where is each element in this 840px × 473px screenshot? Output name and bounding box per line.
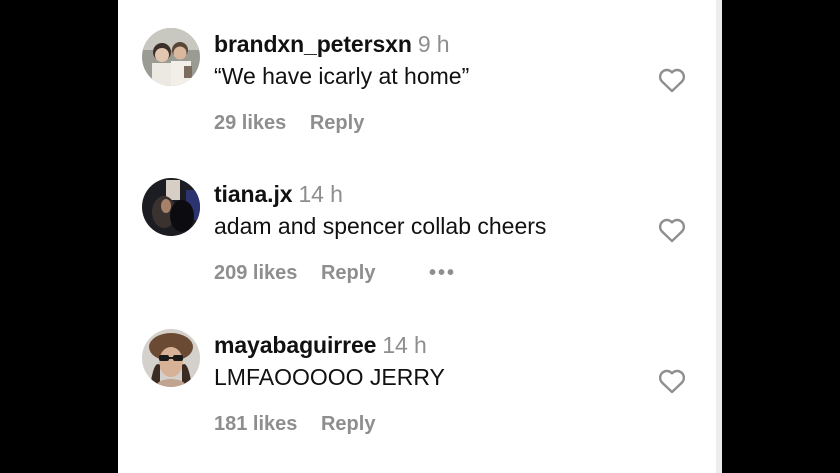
panel-edge-divider bbox=[716, 0, 722, 473]
comments-panel: brandxn_petersxn 9 h “We have icarly at h… bbox=[118, 0, 716, 473]
comment-actions: 29 likes Reply bbox=[214, 112, 382, 135]
avatar[interactable] bbox=[142, 329, 200, 387]
avatar[interactable] bbox=[142, 28, 200, 86]
username-text[interactable]: mayabaguirree bbox=[214, 332, 376, 358]
likes-count[interactable]: 181 likes bbox=[214, 413, 297, 435]
comment-text: “We have icarly at home” bbox=[214, 63, 470, 89]
comment-item: tiana.jx 14 h adam and spencer collab che… bbox=[118, 178, 716, 298]
comment-actions: 209 likes Reply ••• bbox=[214, 262, 474, 285]
comment-text: LMFAOOOOO JERRY bbox=[214, 364, 445, 390]
comment-actions: 181 likes Reply bbox=[214, 413, 393, 436]
comment-time: 14 h bbox=[382, 332, 427, 358]
more-options-icon[interactable]: ••• bbox=[429, 262, 456, 284]
comment-time: 9 h bbox=[417, 31, 450, 57]
comment-username[interactable]: tiana.jx 14 h bbox=[214, 181, 343, 208]
reply-button[interactable]: Reply bbox=[321, 413, 375, 435]
comment-item: mayabaguirree 14 h LMFAOOOOO JERRY 181 li… bbox=[118, 329, 716, 449]
comment-text: adam and spencer collab cheers bbox=[214, 213, 547, 239]
avatar[interactable] bbox=[142, 178, 200, 236]
likes-count[interactable]: 29 likes bbox=[214, 112, 286, 134]
comment-username[interactable]: brandxn_petersxn 9 h bbox=[214, 31, 450, 58]
comment-username[interactable]: mayabaguirree 14 h bbox=[214, 332, 427, 359]
heart-icon[interactable] bbox=[656, 64, 688, 96]
username-text[interactable]: brandxn_petersxn bbox=[214, 31, 412, 57]
reply-button[interactable]: Reply bbox=[310, 112, 364, 134]
comment-time: 14 h bbox=[298, 181, 343, 207]
likes-count[interactable]: 209 likes bbox=[214, 262, 297, 284]
heart-icon[interactable] bbox=[656, 365, 688, 397]
heart-icon[interactable] bbox=[656, 214, 688, 246]
comment-item: brandxn_petersxn 9 h “We have icarly at h… bbox=[118, 28, 716, 148]
username-text[interactable]: tiana.jx bbox=[214, 181, 293, 207]
reply-button[interactable]: Reply bbox=[321, 262, 375, 284]
